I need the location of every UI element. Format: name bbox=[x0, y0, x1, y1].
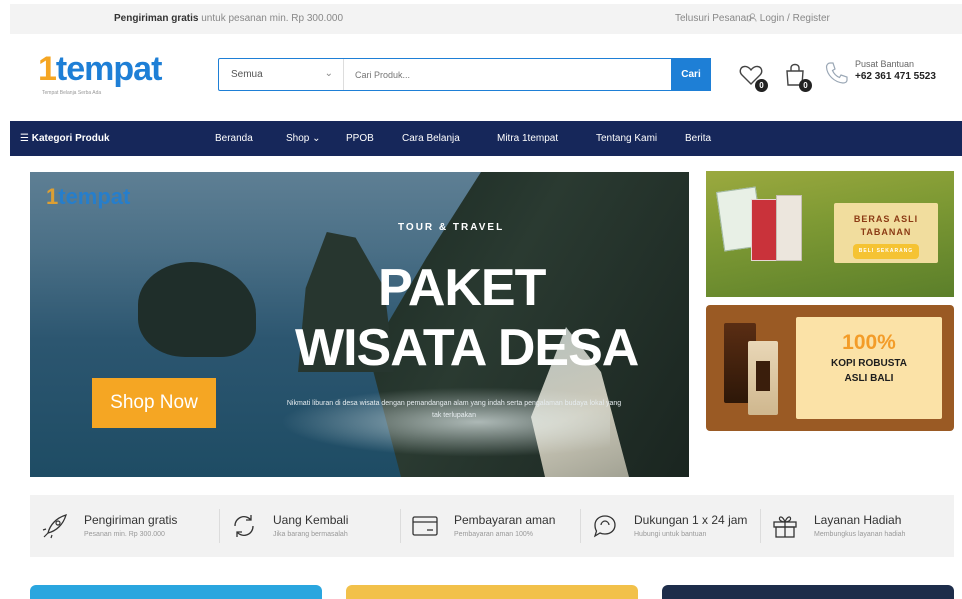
feature-divider bbox=[219, 509, 220, 543]
hero-logo: 1tempat bbox=[46, 184, 130, 210]
refresh-icon bbox=[234, 515, 254, 537]
feature-description: Jika barang bermasalah bbox=[273, 531, 348, 538]
product-categories-menu[interactable]: ☰ Kategori Produk bbox=[20, 133, 110, 144]
feature-title: Pengiriman gratis bbox=[84, 513, 178, 527]
coffee-promo-banner[interactable]: 100% KOPI ROBUSTA ASLI BALI bbox=[706, 305, 954, 431]
nav-item-how-to-shop[interactable]: Cara Belanja bbox=[402, 133, 460, 144]
main-navigation: ☰ Kategori Produk Beranda Shop ⌄ PPOB Ca… bbox=[10, 121, 962, 156]
shipping-notice-text: untuk pesanan min. Rp 300.000 bbox=[198, 13, 344, 24]
hero-title-line-2: WISATA DESA bbox=[295, 319, 639, 377]
hero-rock-image bbox=[138, 262, 256, 357]
shipping-notice-bold: Pengiriman gratis bbox=[114, 13, 199, 24]
search-category-select[interactable]: Semua ⌄ bbox=[219, 59, 344, 90]
account-links: Login / Register bbox=[748, 13, 830, 24]
user-icon bbox=[748, 13, 757, 22]
feature-title: Dukungan 1 x 24 jam bbox=[634, 513, 748, 527]
feature-title: Layanan Hadiah bbox=[814, 513, 902, 527]
nav-item-partners[interactable]: Mitra 1tempat bbox=[497, 133, 558, 144]
cart-count-badge: 0 bbox=[799, 79, 812, 92]
shop-now-button[interactable]: Shop Now bbox=[92, 378, 216, 428]
rice-promo-line-1: BERAS ASLI bbox=[853, 214, 919, 224]
logo-digit: 1 bbox=[38, 50, 57, 88]
coffee-promo-percent: 100% bbox=[842, 331, 896, 354]
nav-item-news[interactable]: Berita bbox=[685, 133, 711, 144]
track-order-link[interactable]: Telusuri Pesanan bbox=[675, 13, 752, 24]
account-separator: / bbox=[787, 13, 790, 24]
search-category-value: Semua bbox=[231, 69, 263, 80]
nav-item-about[interactable]: Tentang Kami bbox=[596, 133, 657, 144]
feature-description: Pesanan min. Rp 300.000 bbox=[84, 531, 165, 538]
feature-title: Pembayaran aman bbox=[454, 513, 556, 527]
site-header: 1tempat Tempat Belanja Serba Ada Semua ⌄ C… bbox=[0, 38, 962, 116]
hero-banner[interactable]: 1tempat TOUR & TRAVEL PAKET WISATA DESA … bbox=[30, 172, 689, 477]
search-bar: Semua ⌄ Cari bbox=[218, 58, 711, 91]
feature-divider bbox=[580, 509, 581, 543]
logo-tagline: Tempat Belanja Serba Ada bbox=[42, 90, 102, 96]
coffee-bag-window bbox=[756, 361, 770, 391]
rocket-icon bbox=[42, 514, 67, 539]
hero-description: Nikmati liburan di desa wisata dengan pe… bbox=[286, 400, 622, 419]
search-input[interactable] bbox=[345, 59, 671, 90]
feature-description: Membungkus layanan hadiah bbox=[814, 531, 906, 538]
nav-item-home[interactable]: Beranda bbox=[215, 133, 253, 144]
hero-subtitle: TOUR & TRAVEL bbox=[398, 222, 505, 233]
cart-button[interactable]: 0 bbox=[782, 62, 812, 92]
help-center-label: Pusat Bantuan bbox=[855, 59, 915, 69]
site-logo[interactable]: 1tempat Tempat Belanja Serba Ada bbox=[38, 50, 162, 96]
shipping-notice: Pengiriman gratis untuk pesanan min. Rp … bbox=[114, 13, 343, 24]
feature-title: Uang Kembali bbox=[273, 513, 349, 527]
features-strip: Pengiriman gratis Pesanan min. Rp 300.00… bbox=[30, 495, 954, 557]
top-bar: Pengiriman gratis untuk pesanan min. Rp … bbox=[10, 4, 962, 34]
chat-support-icon bbox=[593, 515, 616, 538]
search-button[interactable]: Cari bbox=[671, 58, 711, 91]
coffee-promo-card: 100% KOPI ROBUSTA ASLI BALI bbox=[796, 317, 942, 419]
rice-promo-banner[interactable]: BERAS ASLI TABANAN BELI SEKARANG bbox=[706, 171, 954, 297]
feature-description: Pembayaran aman 100% bbox=[454, 531, 533, 538]
help-center[interactable]: Pusat Bantuan +62 361 471 5523 bbox=[855, 59, 936, 82]
register-link[interactable]: Register bbox=[793, 13, 830, 24]
wishlist-button[interactable]: 0 bbox=[738, 62, 768, 92]
help-center-phone: +62 361 471 5523 bbox=[855, 71, 936, 82]
feature-divider bbox=[400, 509, 401, 543]
hero-logo-digit: 1 bbox=[46, 184, 59, 209]
rice-promo-line-2: TABANAN bbox=[860, 227, 912, 237]
phone-icon bbox=[824, 60, 852, 88]
logo-word: tempat bbox=[55, 50, 162, 88]
credit-card-icon bbox=[412, 516, 438, 536]
rice-package-image bbox=[751, 199, 777, 261]
coffee-promo-line-1: KOPI ROBUSTA bbox=[831, 358, 907, 369]
gift-icon bbox=[773, 516, 797, 538]
hero-title-line-1: PAKET bbox=[378, 259, 546, 317]
rice-promo-pill: BELI SEKARANG bbox=[852, 244, 920, 259]
coffee-bag-image bbox=[748, 341, 778, 415]
nav-item-ppob[interactable]: PPOB bbox=[346, 133, 374, 144]
rice-promo-label: BERAS ASLI TABANAN BELI SEKARANG bbox=[834, 203, 938, 263]
feature-divider bbox=[760, 509, 761, 543]
hero-logo-word: tempat bbox=[58, 184, 131, 209]
rice-package-image bbox=[776, 195, 802, 261]
login-link[interactable]: Login bbox=[760, 13, 784, 24]
chevron-down-icon: ⌄ bbox=[324, 68, 333, 79]
nav-item-shop[interactable]: Shop ⌄ bbox=[286, 133, 321, 144]
category-banners-row bbox=[30, 585, 954, 599]
wishlist-count-badge: 0 bbox=[755, 79, 768, 92]
feature-description: Hubungi untuk bantuan bbox=[634, 531, 707, 538]
coffee-promo-line-2: ASLI BALI bbox=[844, 373, 894, 384]
